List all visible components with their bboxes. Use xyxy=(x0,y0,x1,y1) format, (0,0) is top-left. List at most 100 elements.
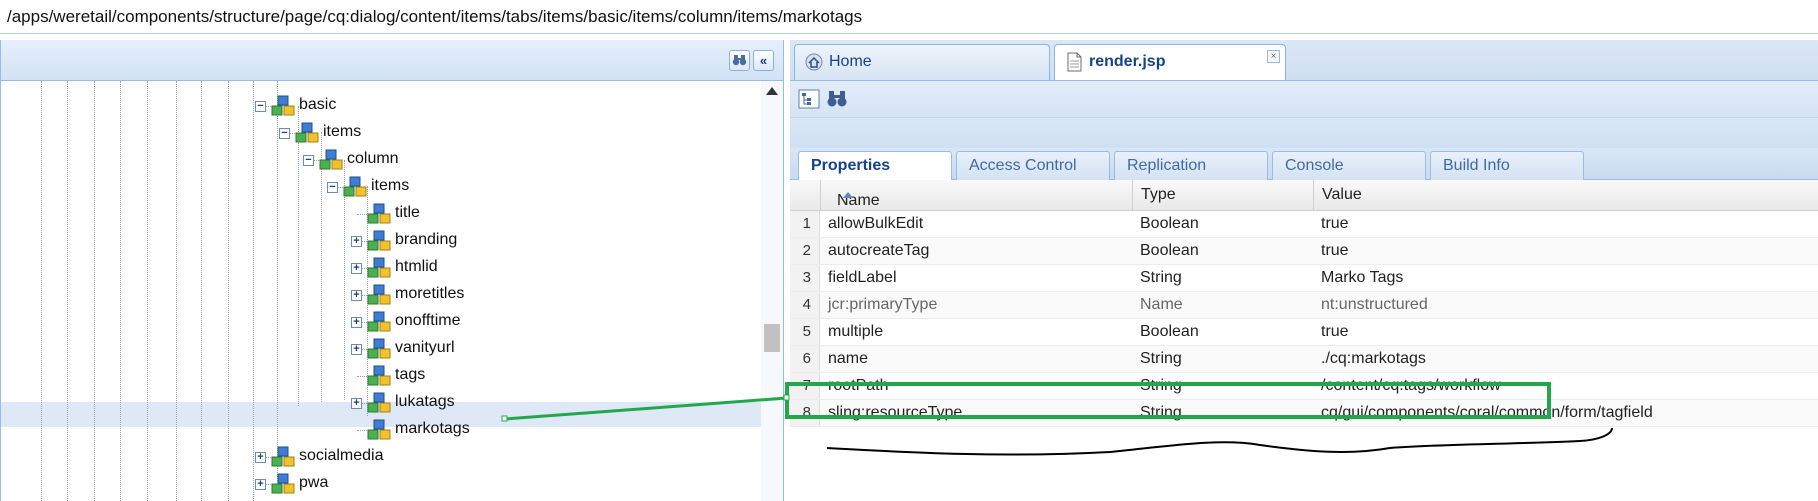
table-row[interactable]: 3 fieldLabel String Marko Tags xyxy=(790,265,1818,292)
column-label: Type xyxy=(1141,186,1176,203)
node-icon xyxy=(367,392,391,413)
tree-node[interactable]: − items xyxy=(327,175,633,199)
table-row[interactable]: 5 multiple Boolean true xyxy=(790,319,1818,346)
expand-icon[interactable]: + xyxy=(255,452,266,463)
node-icon xyxy=(367,230,391,251)
row-number: 3 xyxy=(790,265,820,291)
tab-label: Access Control xyxy=(969,157,1077,174)
row-number: 2 xyxy=(790,238,820,264)
binoculars-icon[interactable] xyxy=(826,89,848,109)
collapse-icon[interactable]: − xyxy=(255,101,266,112)
tree-node-label: moretitles xyxy=(395,285,465,302)
column-header-type[interactable]: Type xyxy=(1132,180,1313,210)
node-icon xyxy=(367,338,391,359)
scroll-thumb[interactable] xyxy=(764,324,780,352)
tree-node[interactable]: − items xyxy=(279,121,585,145)
table-row[interactable]: 4 jcr:primaryType Name nt:unstructured xyxy=(790,292,1818,319)
grid-header: Name Type Value xyxy=(790,180,1818,211)
tab-build-info[interactable]: Build Info xyxy=(1430,151,1584,180)
property-name: fieldLabel xyxy=(828,269,897,286)
node-icon xyxy=(367,311,391,332)
connector-handle xyxy=(783,394,790,401)
node-icon xyxy=(319,149,343,170)
table-row[interactable]: 1 allowBulkEdit Boolean true xyxy=(790,211,1818,238)
tree-node-label: onofftime xyxy=(395,312,461,329)
path-bar[interactable]: /apps/weretail/components/structure/page… xyxy=(0,0,1818,34)
expand-icon[interactable]: + xyxy=(351,398,362,409)
tree-node-label: basic xyxy=(299,96,337,113)
property-name: rootPath xyxy=(828,377,889,394)
property-name: allowBulkEdit xyxy=(828,215,924,232)
expand-icon[interactable]: + xyxy=(351,290,362,301)
tab-console[interactable]: Console xyxy=(1272,151,1426,180)
tree-node[interactable]: + htmlid xyxy=(351,256,657,280)
table-row[interactable]: 7 rootPath String /content/cq:tags/workf… xyxy=(790,373,1818,400)
tab-access-control[interactable]: Access Control xyxy=(956,151,1110,180)
tree-guide-line xyxy=(120,81,121,501)
tree-guide-line xyxy=(321,132,322,402)
editor-panel: Home render.jsp × Properties Access Cont… xyxy=(790,40,1818,501)
collapse-icon[interactable]: − xyxy=(327,182,338,193)
property-type: Name xyxy=(1140,296,1183,313)
tab-home[interactable]: Home xyxy=(794,44,1050,80)
property-type: String xyxy=(1140,269,1182,286)
property-tabstrip: Properties Access Control Replication Co… xyxy=(790,148,1818,181)
tree-node[interactable]: + lukatags xyxy=(351,391,657,415)
tab-properties[interactable]: Properties xyxy=(798,151,952,181)
expand-icon[interactable]: + xyxy=(255,479,266,490)
close-tab-icon[interactable]: × xyxy=(1267,50,1280,63)
collapse-left-icon[interactable]: « xyxy=(753,50,774,71)
file-icon xyxy=(1067,52,1082,72)
node-icon xyxy=(271,446,295,467)
sort-ascending-icon xyxy=(843,192,853,198)
tree-node-label: title xyxy=(395,204,420,221)
expand-icon[interactable]: + xyxy=(351,263,362,274)
tree-node[interactable]: + pwa xyxy=(255,472,561,496)
tree-node[interactable]: − basic xyxy=(255,94,561,118)
tree-node[interactable]: − column xyxy=(303,148,609,172)
tree-view-icon[interactable] xyxy=(798,89,820,109)
tree-guide-line xyxy=(147,81,148,501)
collapse-icon[interactable]: − xyxy=(303,155,314,166)
row-number: 4 xyxy=(790,292,820,318)
tree-guide-line xyxy=(176,81,177,501)
expand-icon[interactable]: + xyxy=(351,236,362,247)
column-header-value[interactable]: Value xyxy=(1313,180,1818,210)
tree-node[interactable]: + onofftime xyxy=(351,310,657,334)
table-row[interactable]: 8 sling:resourceType String cq/gui/compo… xyxy=(790,400,1818,427)
scroll-up-arrow-icon[interactable] xyxy=(766,87,778,95)
tree-node[interactable]: + socialmedia xyxy=(255,445,561,469)
node-icon xyxy=(367,203,391,224)
tab-label: render.jsp xyxy=(1089,53,1166,70)
property-value: true xyxy=(1321,242,1349,259)
tree-node[interactable]: + vanityurl xyxy=(351,337,657,361)
tree-node[interactable]: + branding xyxy=(351,229,657,253)
tree-node[interactable]: title xyxy=(357,202,657,226)
tree-node-label: tags xyxy=(395,366,426,383)
property-value: true xyxy=(1321,323,1349,340)
collapse-icon[interactable]: − xyxy=(279,128,290,139)
tree-node-selected[interactable]: markotags xyxy=(357,418,657,442)
tree-guide-line xyxy=(298,106,299,406)
column-label: Value xyxy=(1322,186,1362,203)
expand-icon[interactable]: + xyxy=(351,344,362,355)
tab-replication[interactable]: Replication xyxy=(1114,151,1268,180)
editor-tabstrip: Home render.jsp × xyxy=(790,40,1818,81)
tab-label: Replication xyxy=(1127,157,1207,174)
tree-guide-line xyxy=(201,81,202,501)
tab-label: Console xyxy=(1285,157,1344,174)
tab-render-jsp[interactable]: render.jsp × xyxy=(1054,44,1286,80)
tree-scrollbar[interactable] xyxy=(761,81,783,501)
column-header-name[interactable]: Name xyxy=(820,180,1132,210)
tree-guide-line xyxy=(228,81,229,501)
tree-node[interactable]: + moretitles xyxy=(351,283,657,307)
home-icon xyxy=(805,53,823,71)
tree-node-label: vanityurl xyxy=(395,339,455,356)
property-value: true xyxy=(1321,215,1349,232)
binoculars-icon[interactable] xyxy=(729,50,750,71)
expand-icon[interactable]: + xyxy=(351,317,362,328)
tree-node-label: lukatags xyxy=(395,393,455,410)
tree-node[interactable]: tags xyxy=(357,364,657,388)
table-row[interactable]: 2 autocreateTag Boolean true xyxy=(790,238,1818,265)
table-row[interactable]: 6 name String ./cq:markotags xyxy=(790,346,1818,373)
